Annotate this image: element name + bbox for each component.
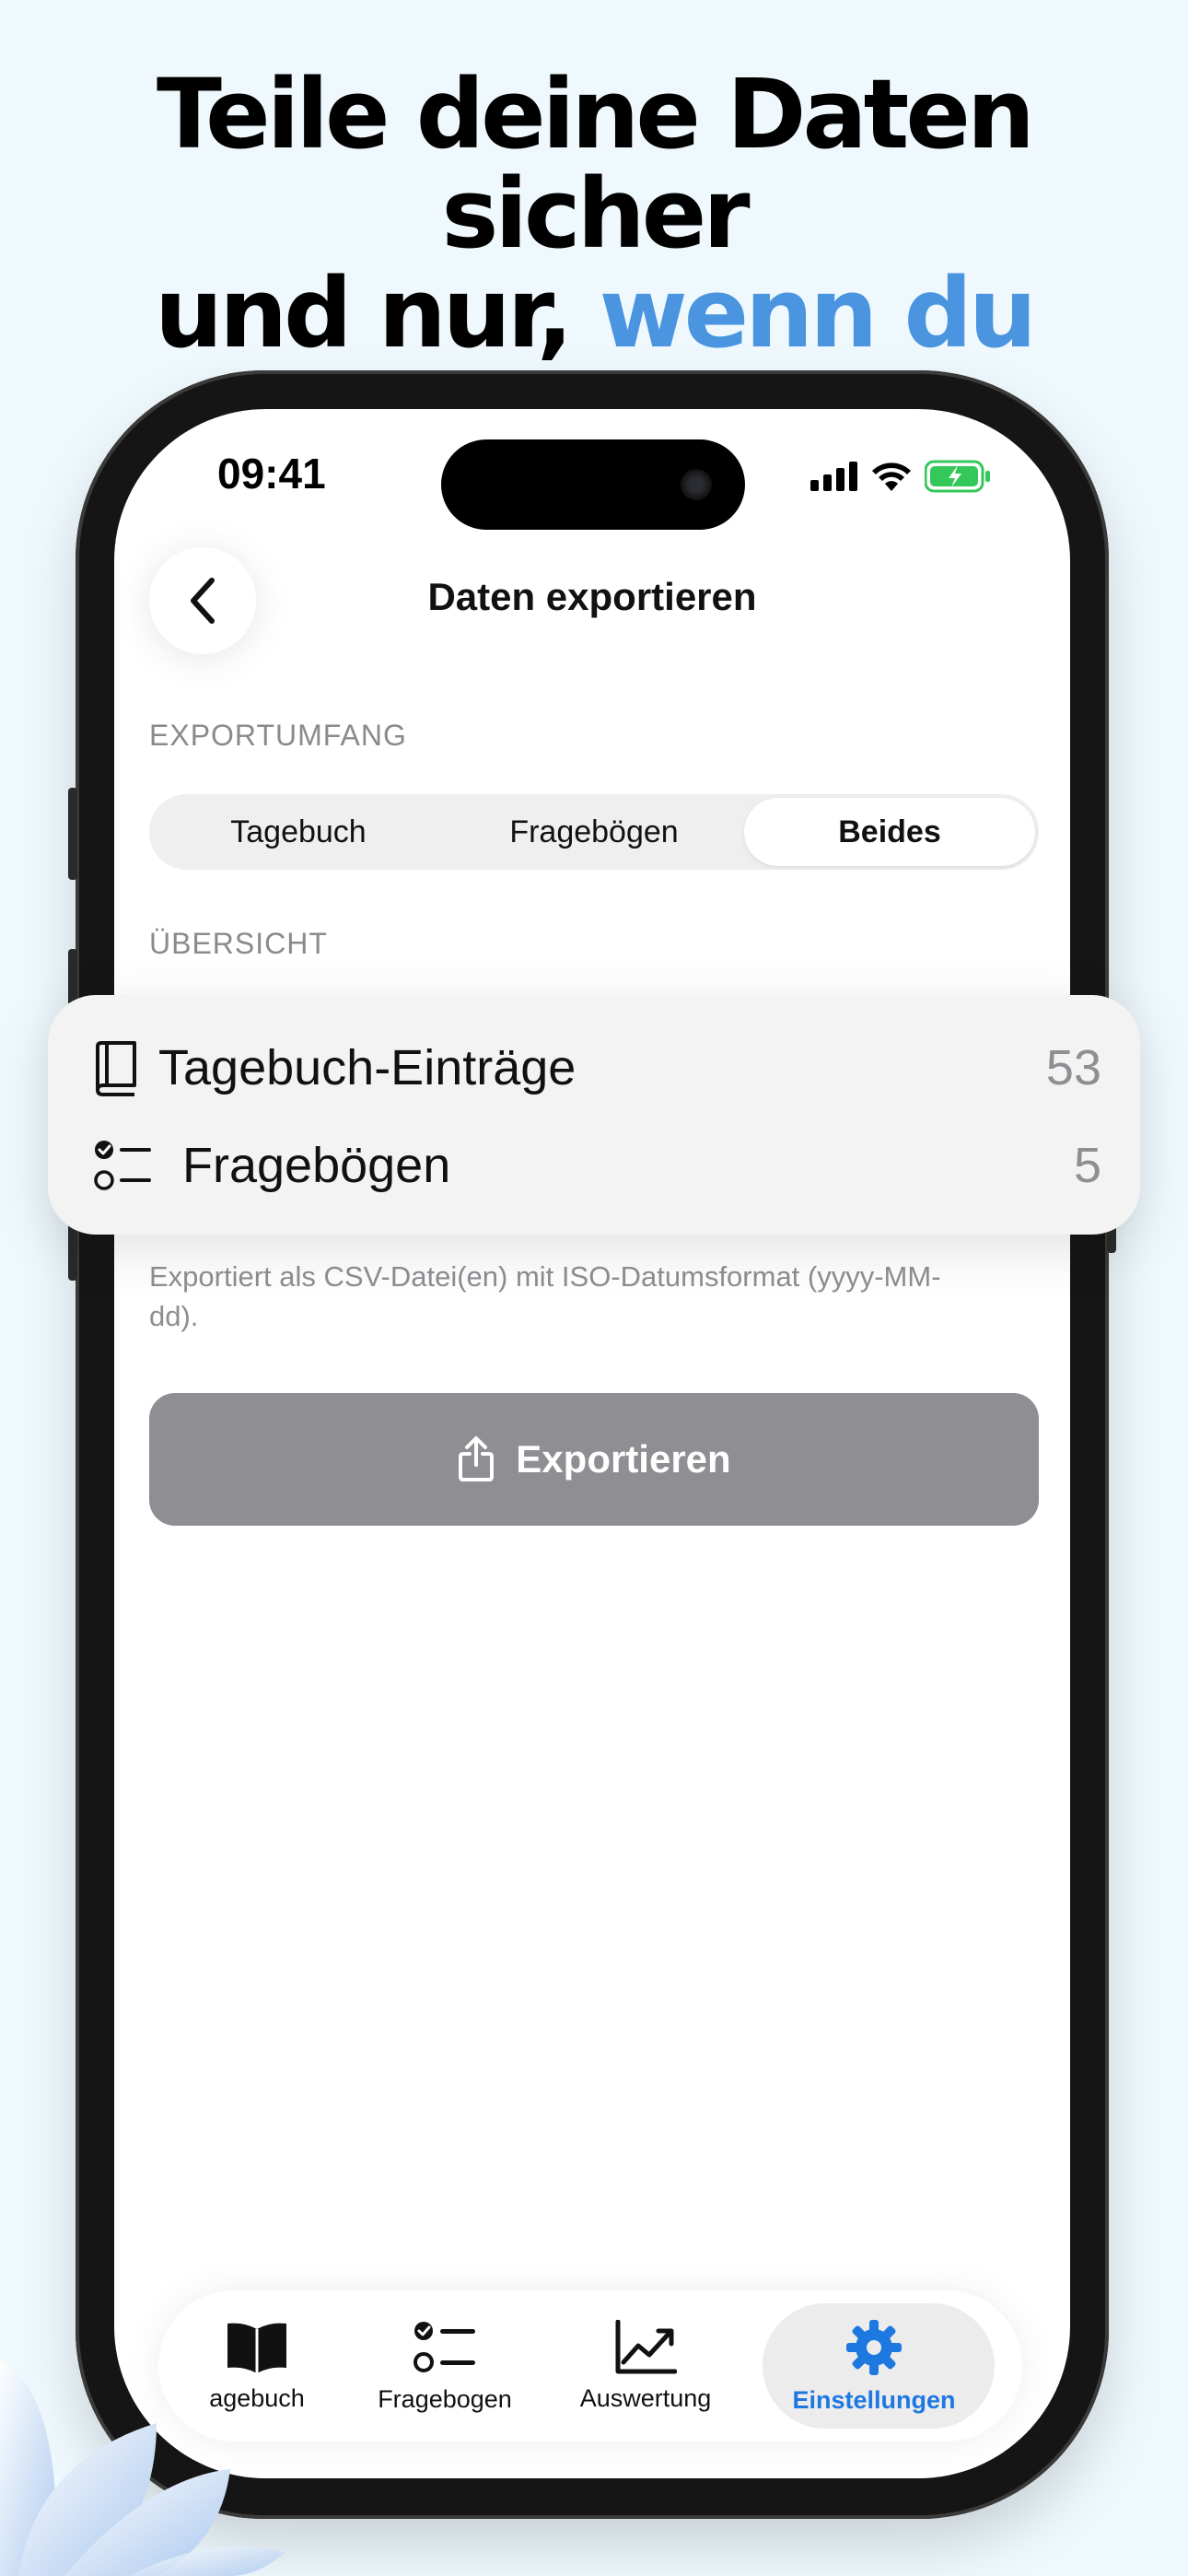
camera-lens <box>681 469 712 500</box>
segment-frageboegen[interactable]: Fragebögen <box>448 798 740 866</box>
book-icon <box>96 1041 136 1096</box>
status-icons <box>810 460 991 493</box>
tab-fragebogen[interactable]: Fragebogen <box>343 2290 547 2441</box>
overview-row-frageboegen: Fragebögen 5 <box>94 1137 1101 1194</box>
gear-icon <box>846 2319 902 2375</box>
overview-frageboegen-count: 5 <box>1073 1138 1101 1193</box>
export-hint: Exportiert als CSV-Datei(en) mit ISO-Dat… <box>149 1260 941 1332</box>
wifi-icon <box>872 463 911 491</box>
tab-einstellungen[interactable]: Einstellungen <box>763 2290 995 2441</box>
page-title: Daten exportieren <box>427 575 757 618</box>
phone-action-button <box>68 788 77 880</box>
tab-auswertung[interactable]: Auswertung <box>543 2290 748 2441</box>
tab-auswertung-label: Auswertung <box>579 2383 712 2412</box>
phone-screen: 09:41 Daten exportieren EXPORTUMFANG Tag… <box>114 409 1070 2478</box>
overview-frageboegen-label: Fragebögen <box>182 1138 451 1193</box>
checklist-icon <box>94 1141 151 1190</box>
headline-line-2-plain: und nur, <box>155 257 600 369</box>
segment-beides[interactable]: Beides <box>744 798 1035 866</box>
status-time: 09:41 <box>217 450 326 498</box>
overview-label: ÜBERSICHT <box>149 927 328 960</box>
tab-einstellungen-label: Einstellungen <box>792 2385 956 2414</box>
export-scope-segmented-control: Tagebuch Fragebögen Beides <box>149 794 1039 870</box>
overview-card: Tagebuch-Einträge 53 Fragebögen 5 <box>48 995 1140 1235</box>
tab-fragebogen-label: Fragebogen <box>378 2384 512 2413</box>
overview-tagebuch-count: 53 <box>1045 1040 1101 1095</box>
export-button-label: Exportieren <box>516 1437 731 1481</box>
export-scope-label: EXPORTUMFANG <box>149 719 407 752</box>
dynamic-island <box>441 439 745 530</box>
segment-tagebuch[interactable]: Tagebuch <box>153 798 444 866</box>
headline-line-1: Teile deine Daten sicher <box>157 58 1035 270</box>
export-button[interactable]: Exportieren <box>149 1393 1039 1526</box>
tab-tagebuch-label: agebuch <box>209 2383 305 2412</box>
battery-icon <box>925 460 990 493</box>
overview-row-tagebuch: Tagebuch-Einträge 53 <box>94 1039 1101 1096</box>
signal-icon <box>810 462 857 491</box>
open-book-icon <box>227 2323 286 2373</box>
chart-icon <box>615 2319 677 2373</box>
checklist-icon <box>413 2321 475 2372</box>
share-icon <box>459 1436 495 1481</box>
overview-tagebuch-label: Tagebuch-Einträge <box>158 1040 577 1095</box>
